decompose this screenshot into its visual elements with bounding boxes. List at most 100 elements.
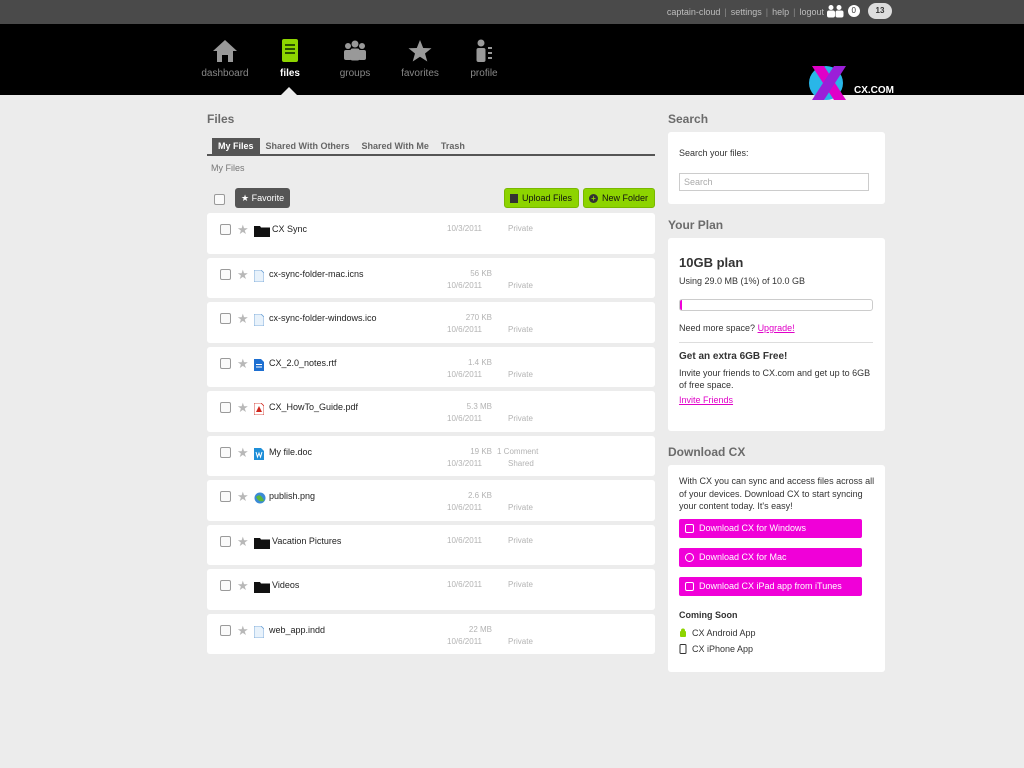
favorite-star-icon[interactable]: ★: [237, 400, 249, 416]
file-size: 1.4 KB: [467, 357, 492, 367]
file-name[interactable]: publish.png: [269, 491, 315, 501]
file-size: 19 KB: [470, 446, 492, 456]
storage-progress-fill: [680, 300, 682, 310]
nav-groups[interactable]: groups: [323, 38, 387, 79]
tab-my-files[interactable]: My Files: [212, 138, 260, 154]
download-text: With CX you can sync and access files ac…: [679, 476, 875, 511]
file-name[interactable]: My file.doc: [269, 447, 312, 457]
file-row[interactable]: ★ Videos 10/6/2011 Private: [207, 569, 655, 610]
file-checkbox[interactable]: [220, 624, 231, 636]
file-date: 10/6/2011: [447, 369, 482, 379]
files-toolbar: ★ Favorite Upload Files + New Folder: [207, 188, 655, 210]
file-size: 22 MB: [468, 624, 492, 634]
need-more-label: Need more space?: [679, 323, 756, 333]
top-icons: 0 13: [818, 3, 892, 19]
file-size: 270 KB: [465, 313, 492, 322]
file-comment-count[interactable]: 1 Comment: [497, 447, 538, 456]
help-link[interactable]: help: [772, 7, 789, 17]
favorite-star-icon[interactable]: ★: [237, 534, 249, 550]
file-checkbox[interactable]: [220, 491, 231, 502]
android-app-item: CX Android App: [679, 628, 756, 638]
tab-trash[interactable]: Trash: [435, 138, 471, 154]
tab-shared-with-others[interactable]: Shared With Others: [260, 138, 356, 154]
file-share-status: Private: [508, 280, 533, 290]
file-checkbox[interactable]: [220, 580, 231, 591]
nav-favorites[interactable]: favorites: [388, 38, 452, 79]
favorite-star-icon[interactable]: ★: [237, 445, 249, 461]
people-count-badge: 0: [847, 5, 860, 17]
invite-friends-link[interactable]: Invite Friends: [679, 395, 733, 405]
settings-link[interactable]: settings: [731, 7, 762, 17]
iphone-app-label: CX iPhone App: [692, 644, 754, 654]
download-windows-button[interactable]: Download CX for Windows: [679, 519, 862, 538]
file-row[interactable]: ★ cx-sync-folder-mac.icns 56 KB 10/6/2011 Pr…: [207, 257, 655, 298]
extra-space-title: Get an extra 6GB Free!: [679, 351, 788, 362]
file-checkbox[interactable]: [220, 357, 231, 369]
select-all-checkbox[interactable]: [214, 194, 225, 205]
favorite-star-icon[interactable]: ★: [237, 267, 249, 283]
sidebar: Search Search your files: Your Plan 10GB…: [668, 112, 885, 672]
file-name[interactable]: CX_HowTo_Guide.pdf: [269, 402, 358, 412]
file-name[interactable]: web_app.indd: [269, 625, 325, 635]
people-notifications[interactable]: 0: [826, 4, 860, 18]
file-name[interactable]: Videos: [272, 580, 299, 590]
favorite-star-icon[interactable]: ★: [237, 578, 249, 594]
file-row[interactable]: ★ Vacation Pictures 10/6/2011 Private: [207, 524, 655, 565]
nav-favorites-label: favorites: [401, 68, 439, 79]
favorite-star-icon[interactable]: ★: [237, 222, 249, 238]
upload-files-button[interactable]: Upload Files: [504, 188, 580, 208]
file-date: 10/6/2011: [447, 280, 482, 290]
folder-icon: [254, 536, 270, 554]
android-app-label: CX Android App: [692, 628, 756, 638]
file-name[interactable]: cx-sync-folder-windows.ico: [269, 313, 377, 323]
cloud-notifications[interactable]: 13: [868, 3, 892, 19]
file-date: 10/6/2011: [447, 580, 482, 589]
favorite-star-icon[interactable]: ★: [237, 623, 249, 639]
file-checkbox[interactable]: [220, 224, 231, 235]
search-input[interactable]: [679, 173, 869, 191]
file-checkbox[interactable]: [220, 402, 231, 413]
file-row[interactable]: ★ web_app.indd 22 MB 10/6/2011 Private: [207, 613, 655, 654]
download-ipad-button[interactable]: Download CX iPad app from iTunes: [679, 577, 862, 596]
file-row[interactable]: ★ CX Sync 10/3/2011 Private: [207, 213, 655, 254]
favorite-star-icon[interactable]: ★: [237, 489, 249, 505]
file-date: 10/3/2011: [447, 224, 482, 233]
file-date: 10/6/2011: [447, 414, 482, 423]
favorite-star-icon[interactable]: ★: [237, 311, 249, 327]
favorite-button-label: Favorite: [251, 193, 285, 203]
download-mac-button[interactable]: Download CX for Mac: [679, 548, 862, 567]
file-checkbox[interactable]: [220, 313, 231, 324]
cloud-count: 13: [875, 6, 885, 15]
nav-dashboard[interactable]: dashboard: [193, 38, 257, 79]
file-checkbox[interactable]: [220, 268, 231, 280]
file-row[interactable]: ★ CX_HowTo_Guide.pdf 5.3 MB 10/6/2011 Privat…: [207, 391, 655, 432]
favorite-star-icon[interactable]: ★: [237, 356, 249, 372]
tab-shared-with-me[interactable]: Shared With Me: [355, 138, 434, 154]
file-name[interactable]: cx-sync-folder-mac.icns: [269, 269, 364, 279]
nav-profile[interactable]: profile: [452, 38, 516, 79]
file-row[interactable]: ★ publish.png 2.6 KB 10/6/2011 Private: [207, 480, 655, 521]
document-icon: [282, 39, 298, 62]
file-name[interactable]: CX_2.0_notes.rtf: [269, 358, 337, 368]
file-checkbox[interactable]: [220, 535, 231, 547]
file-date: 10/6/2011: [447, 535, 482, 545]
new-folder-button[interactable]: + New Folder: [583, 188, 655, 208]
ipad-icon: [685, 582, 694, 591]
nav-files[interactable]: files: [258, 38, 322, 79]
favorite-button[interactable]: ★ Favorite: [235, 188, 291, 208]
files-section: Files My Files Shared With Others Shared…: [207, 112, 655, 658]
plan-title: Your Plan: [668, 218, 724, 232]
files-tabs: My Files Shared With Others Shared With …: [207, 138, 655, 156]
upgrade-link[interactable]: Upgrade!: [758, 323, 795, 333]
file-name[interactable]: Vacation Pictures: [272, 536, 341, 546]
apple-icon: [685, 553, 694, 562]
file-row[interactable]: ★ cx-sync-folder-windows.ico 270 KB 10/6/20…: [207, 302, 655, 343]
file-name[interactable]: CX Sync: [272, 224, 307, 234]
file-checkbox[interactable]: [220, 446, 231, 458]
nav-groups-label: groups: [339, 68, 371, 79]
cx-logo[interactable]: CX.COM: [806, 60, 894, 106]
file-row[interactable]: ★ CX_2.0_notes.rtf 1.4 KB 10/6/2011 Private: [207, 346, 655, 387]
username-link[interactable]: captain-cloud: [667, 7, 721, 17]
upload-files-label: Upload Files: [522, 193, 573, 203]
file-row[interactable]: ★ My file.doc 19 KB 10/3/2011 1 Comment Share…: [207, 435, 655, 476]
